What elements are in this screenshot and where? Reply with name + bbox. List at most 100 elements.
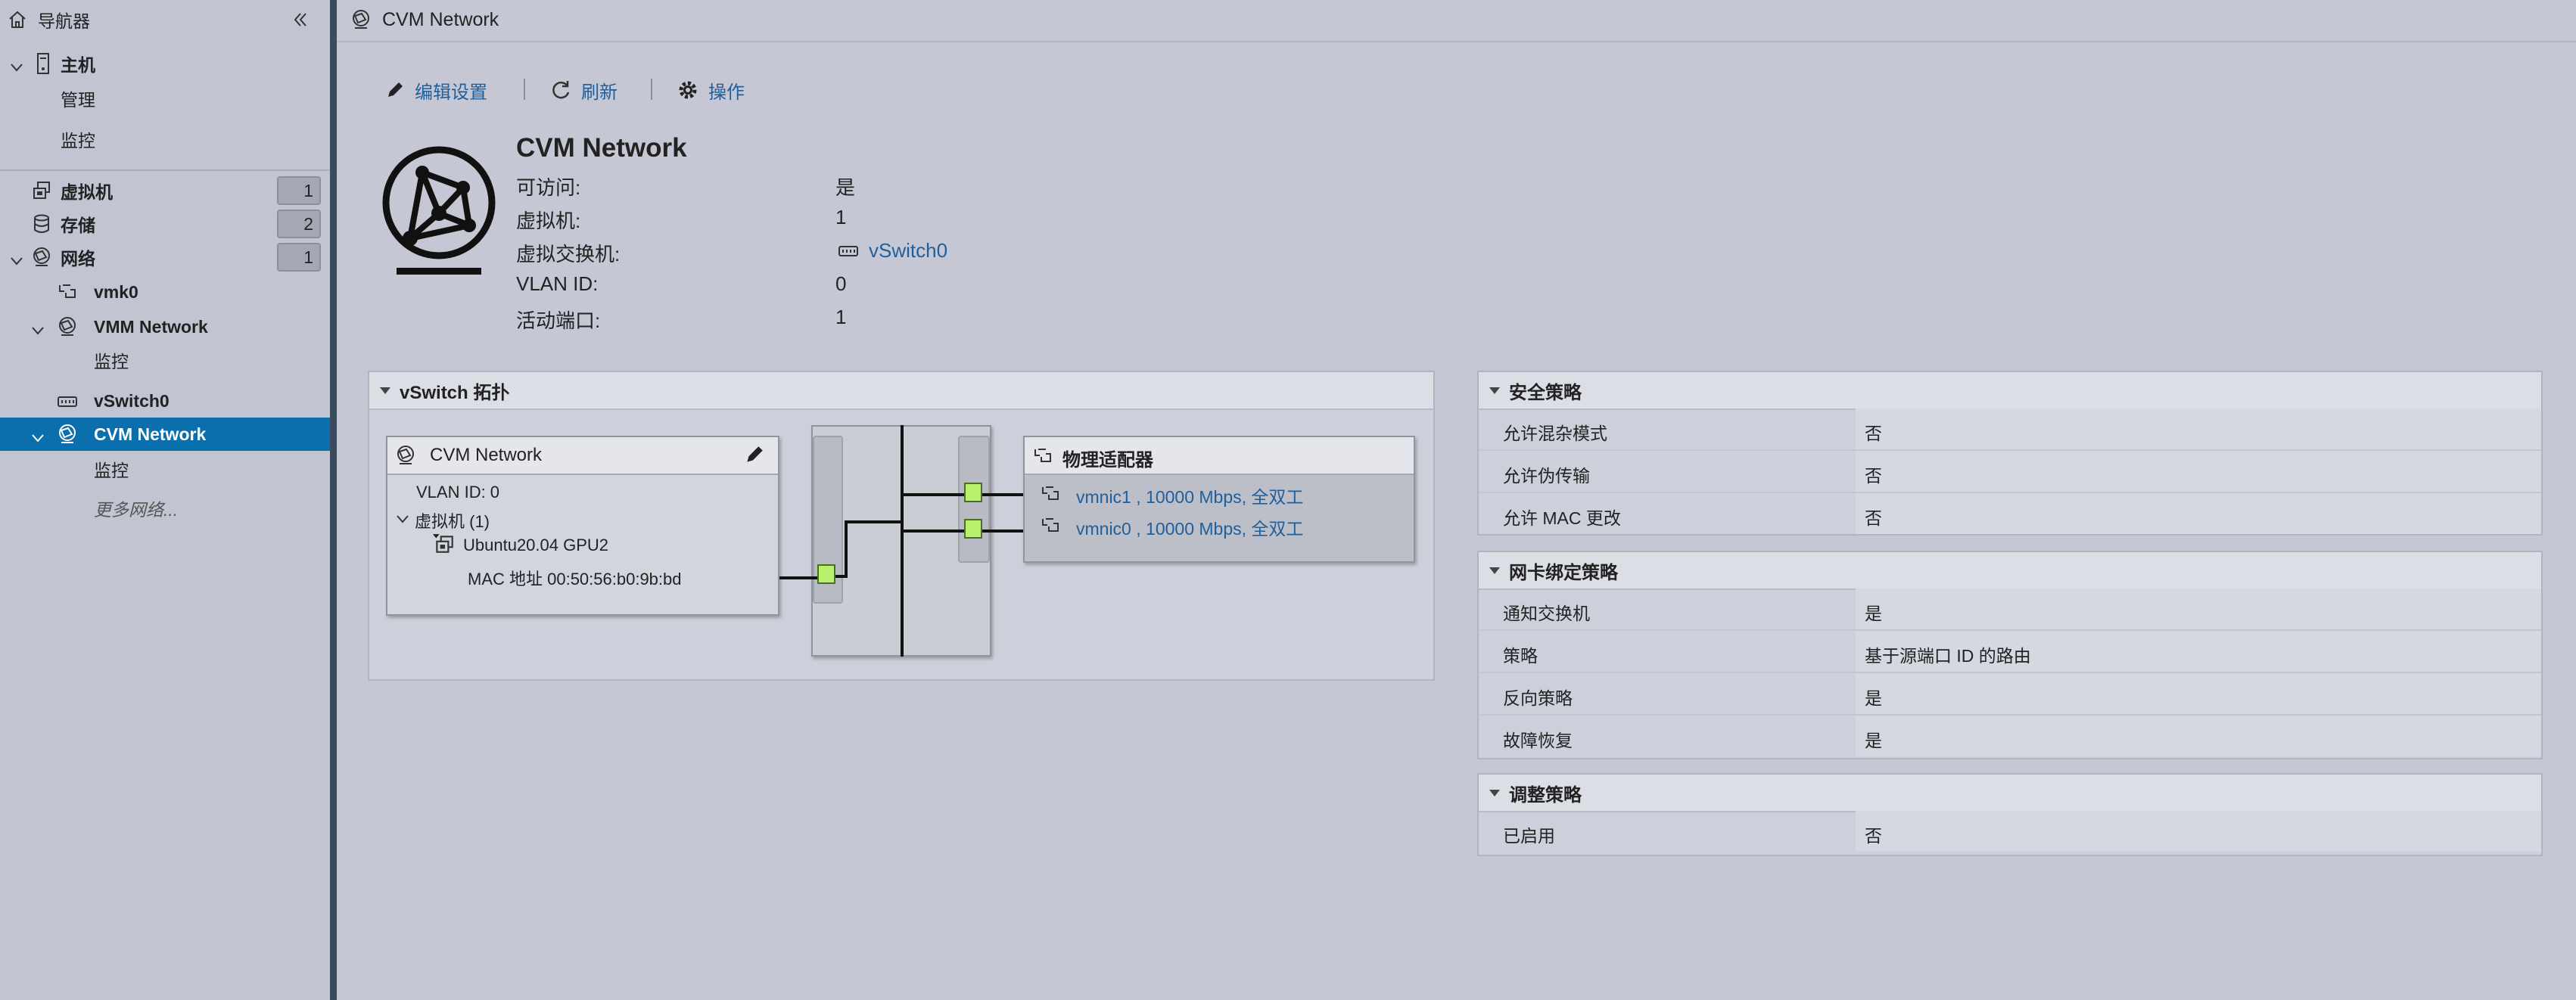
vswitch-link[interactable]: vSwitch0 — [869, 239, 947, 262]
chevron-down-icon[interactable] — [11, 251, 23, 266]
portgroup-box[interactable]: CVM Network VLAN ID: 0 虚拟机 (1) Ubuntu20.… — [386, 436, 779, 616]
sidebar-item-label: 监控 — [61, 131, 95, 151]
shaping-policy-panel: 调整策略 已启用 否 — [1477, 773, 2543, 856]
navigator-sidebar: 导航器 主机 管理 监控 虚拟机 1 存储 2 网络 1 vmk0 VMM Ne — [0, 0, 330, 1000]
policy-key: 通知交换机 — [1503, 604, 1590, 623]
sidebar-item-vms[interactable]: 虚拟机 1 — [0, 174, 330, 207]
uplink-port[interactable] — [964, 519, 982, 539]
sidebar-divider — [0, 169, 330, 171]
connection-line — [901, 530, 964, 533]
policy-value: 基于源端口 ID 的路由 — [1865, 646, 2031, 666]
portgroup-name: CVM Network — [430, 445, 543, 465]
adapter-link[interactable]: vmnic0 , 10000 Mbps, 全双工 — [1076, 514, 1303, 540]
policy-row: 已启用 否 — [1479, 811, 2541, 852]
policy-row: 策略 基于源端口 ID 的路由 — [1479, 631, 2541, 673]
vm-port[interactable] — [817, 564, 835, 584]
sidebar-item-network[interactable]: 网络 1 — [0, 241, 330, 274]
sidebar-item-label: vmk0 — [94, 281, 138, 302]
home-icon[interactable] — [5, 7, 30, 33]
connection-line — [779, 576, 817, 579]
pencil-icon — [384, 79, 406, 101]
collapse-triangle-icon[interactable] — [1489, 789, 1500, 797]
sidebar-item-vmm-network[interactable]: VMM Network — [0, 310, 330, 343]
policy-value: 否 — [1865, 424, 1882, 443]
network-globe-icon — [54, 314, 80, 340]
vswitch-icon — [837, 244, 860, 264]
network-large-icon — [380, 144, 498, 284]
teaming-policy-panel: 网卡绑定策略 通知交换机是 策略 基于源端口 ID 的路由 反向策略是 故障恢复是 — [1477, 551, 2543, 759]
collapse-triangle-icon[interactable] — [380, 387, 390, 394]
policy-row: 反向策略 是 — [1479, 673, 2541, 716]
count-badge: 1 — [277, 176, 321, 205]
summary-key: 虚拟交换机: — [516, 243, 621, 266]
actions-label: 操作 — [708, 82, 745, 103]
network-globe-icon — [395, 445, 416, 470]
sidebar-item-manage[interactable]: 管理 — [0, 82, 330, 115]
sidebar-item-cvm-network[interactable]: CVM Network — [0, 418, 330, 451]
sidebar-item-monitor[interactable]: 监控 — [0, 123, 330, 156]
physical-nic-icon — [1032, 446, 1053, 470]
collapse-icon[interactable] — [288, 7, 313, 33]
panel-header[interactable]: 安全策略 — [1479, 372, 2541, 410]
vm-group-label: 虚拟机 (1) — [415, 512, 490, 531]
summary-key: 可访问: — [516, 176, 581, 199]
policy-key: 已启用 — [1503, 826, 1555, 846]
actions-button[interactable]: 操作 — [677, 73, 745, 107]
panel-header[interactable]: 网卡绑定策略 — [1479, 552, 2541, 590]
sidebar-item-host[interactable]: 主机 — [0, 47, 330, 80]
vm-name[interactable]: Ubuntu20.04 GPU2 — [463, 536, 608, 555]
sidebar-item-vmm-monitor[interactable]: 监控 — [0, 343, 330, 377]
summary-key: VLAN ID: — [516, 272, 599, 295]
adapter-link[interactable]: vmnic1 , 10000 Mbps, 全双工 — [1076, 483, 1303, 508]
sidebar-item-label: 存储 — [61, 216, 95, 235]
chevron-down-icon[interactable] — [11, 57, 23, 72]
sidebar-item-cvm-monitor[interactable]: 监控 — [0, 452, 330, 486]
chevron-down-icon[interactable] — [397, 513, 409, 529]
sidebar-item-label: VMM Network — [94, 316, 208, 337]
page-header: CVM Network — [337, 0, 2576, 42]
refresh-button[interactable]: 刷新 — [549, 73, 618, 107]
sidebar-item-more-networks[interactable]: 更多网络... — [0, 492, 330, 525]
summary-value: 0 — [835, 272, 847, 295]
sidebar-item-label: 虚拟机 — [61, 182, 113, 202]
physical-nic-icon — [1040, 516, 1061, 539]
chevron-down-icon[interactable] — [32, 321, 44, 335]
physical-adapters-box[interactable]: 物理适配器 vmnic1 , 10000 Mbps, 全双工 vmnic0 , … — [1023, 436, 1415, 563]
policy-row: 允许混杂模式 否 — [1479, 408, 2541, 451]
panel-header[interactable]: 调整策略 — [1479, 775, 2541, 812]
vmkernel-nic-icon — [54, 279, 80, 305]
value-cell — [1856, 811, 2541, 852]
sidebar-item-vswitch0[interactable]: vSwitch0 — [0, 384, 330, 418]
summary-value: 是 — [835, 176, 856, 199]
value-cell — [1856, 673, 2541, 714]
refresh-label: 刷新 — [581, 82, 618, 103]
panel-title: 调整策略 — [1509, 784, 1582, 806]
sidebar-item-vmk0[interactable]: vmk0 — [0, 275, 330, 309]
sidebar-splitter[interactable] — [330, 0, 337, 1000]
connection-line — [845, 520, 904, 523]
value-cell — [1856, 493, 2541, 534]
panel-header[interactable]: vSwitch 拓扑 — [369, 372, 1433, 410]
collapse-triangle-icon[interactable] — [1489, 567, 1500, 574]
policy-key: 允许伪传输 — [1503, 466, 1590, 486]
sidebar-item-storage[interactable]: 存储 2 — [0, 207, 330, 241]
connection-line — [982, 493, 1023, 496]
edit-settings-button[interactable]: 编辑设置 — [384, 73, 487, 107]
policy-row: 允许 MAC 更改 否 — [1479, 493, 2541, 534]
policy-key: 策略 — [1503, 646, 1538, 666]
policy-row: 通知交换机 是 — [1479, 589, 2541, 631]
value-cell — [1856, 408, 2541, 449]
value-cell — [1856, 451, 2541, 492]
panel-title: 网卡绑定策略 — [1509, 562, 1618, 583]
connection-line — [901, 493, 964, 496]
sidebar-item-label: CVM Network — [94, 424, 207, 444]
pencil-icon[interactable] — [743, 443, 766, 470]
chevron-down-icon[interactable] — [32, 428, 44, 443]
connection-line — [982, 530, 1023, 533]
vlan-label: VLAN ID: 0 — [416, 483, 500, 502]
policy-key: 允许混杂模式 — [1503, 424, 1607, 443]
collapse-triangle-icon[interactable] — [1489, 387, 1500, 394]
panel-title: vSwitch 拓扑 — [400, 382, 510, 403]
uplink-port[interactable] — [964, 483, 982, 502]
switch-backplane — [901, 425, 904, 657]
